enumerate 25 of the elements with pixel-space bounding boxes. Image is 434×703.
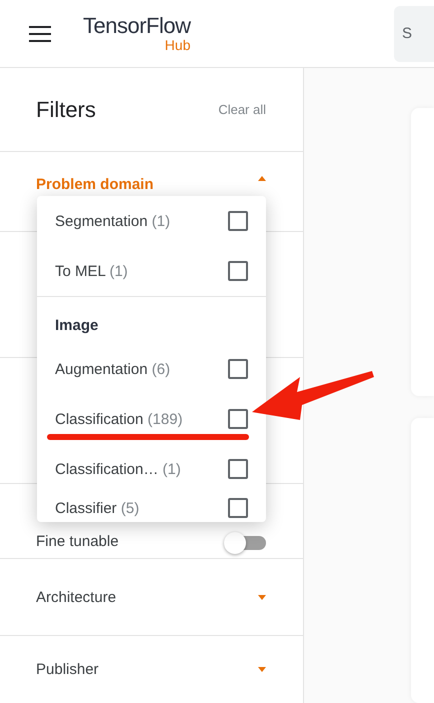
option-label[interactable]: Augmentation (6) [55, 360, 170, 378]
checkbox[interactable] [228, 211, 248, 231]
checkbox[interactable] [228, 409, 248, 429]
checkbox[interactable] [228, 459, 248, 479]
menu-icon[interactable] [29, 26, 51, 42]
option-label[interactable]: Classification… (1) [55, 460, 181, 478]
checkbox[interactable] [228, 261, 248, 281]
logo-title[interactable]: TensorFlow [83, 14, 190, 38]
caret-up-icon [258, 176, 266, 181]
caret-down-icon [258, 594, 266, 600]
logo-subtitle: Hub [164, 38, 190, 53]
filter-section-header[interactable]: Architecture [36, 588, 116, 606]
group-heading: Image [54, 316, 100, 336]
search-field[interactable]: S [394, 6, 434, 62]
filters-title: Filters [36, 96, 96, 122]
checkbox[interactable] [228, 359, 248, 379]
option-label[interactable]: To MEL (1) [55, 262, 128, 280]
option-label[interactable]: Segmentation (1) [55, 212, 170, 230]
checkbox[interactable] [228, 498, 248, 518]
toggle-label: Fine tunable [36, 533, 119, 550]
option-label[interactable]: Classification (189) [55, 410, 183, 428]
clear-all-button[interactable]: Clear all [218, 102, 266, 117]
option-label[interactable]: Classifier (5) [55, 500, 140, 516]
filter-section-header[interactable]: Publisher [36, 661, 99, 678]
caret-down-icon [258, 667, 266, 672]
